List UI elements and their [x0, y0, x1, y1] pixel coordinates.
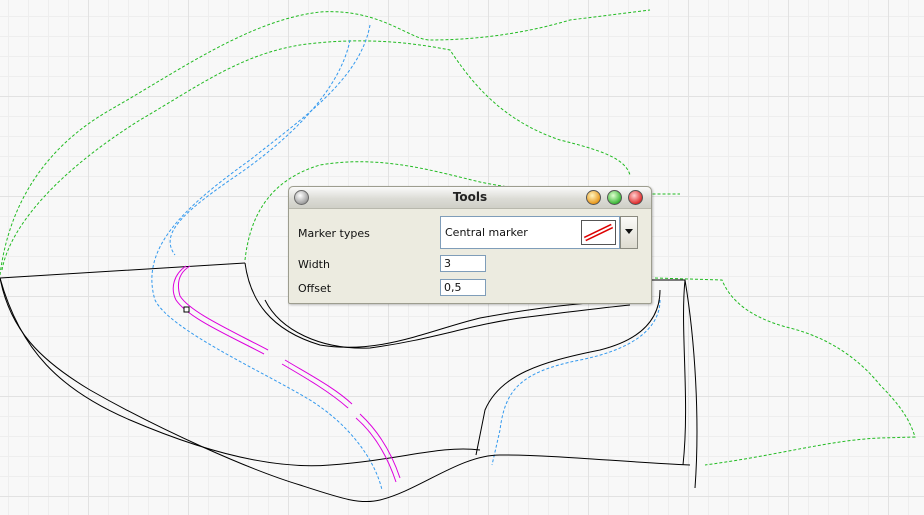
width-label: Width [298, 258, 330, 271]
black-outline-heel [650, 279, 698, 489]
black-outline-sole [0, 277, 481, 467]
black-outline-quarter [475, 289, 661, 456]
chevron-down-icon [625, 229, 633, 234]
marker-types-select[interactable]: Central marker [440, 216, 620, 249]
marker-types-dropdown-button[interactable] [620, 216, 638, 249]
tools-dialog: Tools Marker types Central marker Width … [288, 186, 652, 304]
offset-label: Offset [298, 282, 332, 295]
green-dashed-outline-right [654, 277, 916, 466]
black-outline-vamp-lower [264, 299, 631, 349]
marker-type-value: Central marker [445, 226, 528, 239]
close-button[interactable] [628, 190, 643, 205]
marker-types-label: Marker types [298, 227, 370, 240]
minimize-button[interactable] [586, 190, 601, 205]
point-handle[interactable] [183, 306, 190, 313]
width-field[interactable] [440, 255, 486, 272]
blue-dashed-seam-right [491, 299, 661, 466]
marker-preview-icon [581, 220, 616, 245]
dialog-titlebar[interactable]: Tools [289, 187, 651, 209]
maximize-button[interactable] [607, 190, 622, 205]
offset-field[interactable] [440, 279, 486, 296]
